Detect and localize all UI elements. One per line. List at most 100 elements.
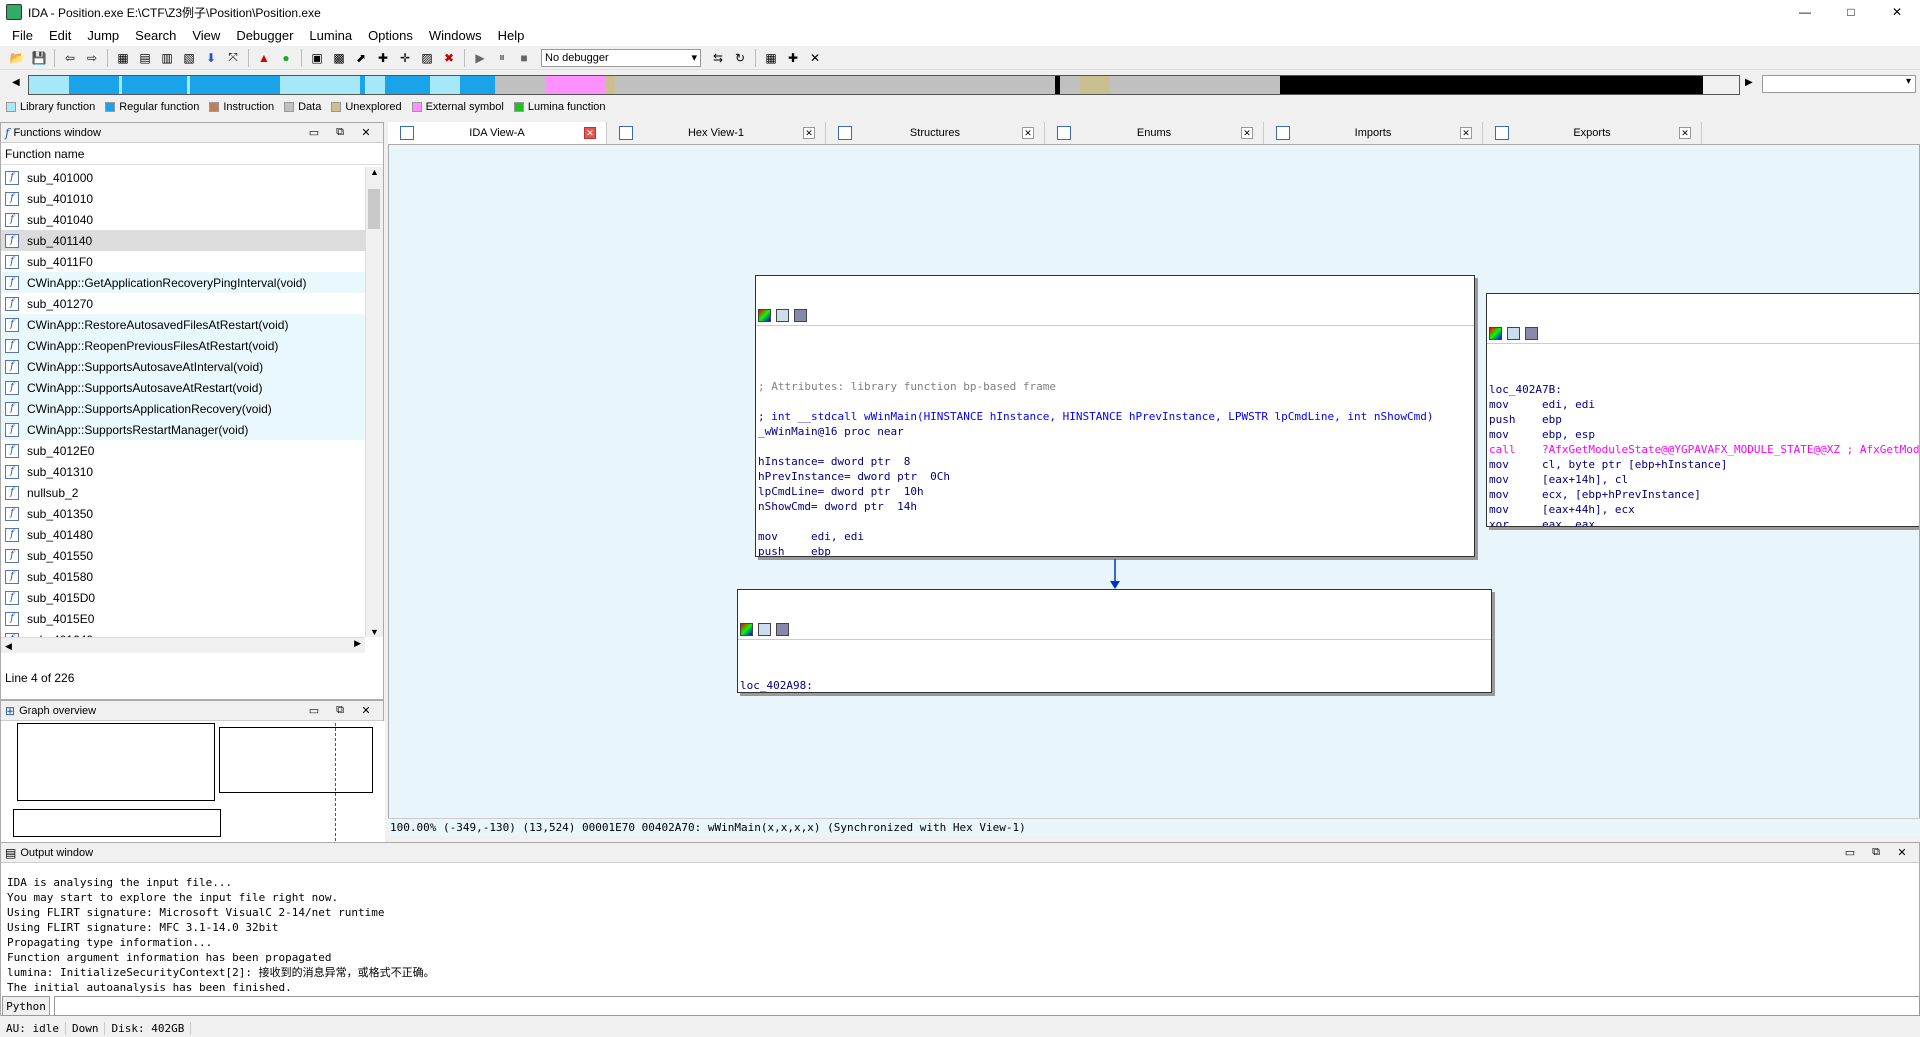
debugger-select[interactable]: No debugger ▾ bbox=[541, 48, 701, 67]
node-rename-icon[interactable] bbox=[758, 623, 771, 636]
graph-overview-close-button[interactable]: ✕ bbox=[353, 704, 379, 717]
menu-windows[interactable]: Windows bbox=[421, 28, 490, 43]
graph-add-icon[interactable]: ▣ bbox=[307, 49, 327, 67]
search-code-icon[interactable]: ▦ bbox=[113, 49, 133, 67]
function-list-item[interactable]: f sub_401040 bbox=[1, 209, 365, 230]
pane-float-button[interactable]: ⧉ bbox=[327, 126, 353, 139]
output-minimize-button[interactable]: ▭ bbox=[1837, 846, 1863, 859]
save-icon[interactable]: 💾 bbox=[29, 49, 49, 67]
function-list-item[interactable]: f sub_401580 bbox=[1, 566, 365, 587]
debugger-refresh-icon[interactable]: ↻ bbox=[730, 49, 750, 67]
tab-close-icon[interactable]: ✕ bbox=[1022, 127, 1034, 139]
search-binary-icon[interactable]: ▥ bbox=[157, 49, 177, 67]
close-button[interactable]: ✕ bbox=[1874, 0, 1920, 24]
function-list-item[interactable]: f nullsub_2 bbox=[1, 482, 365, 503]
menu-edit[interactable]: Edit bbox=[41, 28, 79, 43]
output-close-button[interactable]: ✕ bbox=[1889, 846, 1915, 859]
tab-close-icon[interactable]: ✕ bbox=[584, 127, 596, 139]
graph-calls-icon[interactable]: ✚ bbox=[373, 49, 393, 67]
tab-close-icon[interactable]: ✕ bbox=[1460, 127, 1472, 139]
debugger-attach-icon[interactable]: ⇆ bbox=[708, 49, 728, 67]
menu-file[interactable]: File bbox=[4, 28, 41, 43]
function-list-item[interactable]: f CWinApp::ReopenPreviousFilesAtRestart(v… bbox=[1, 335, 365, 356]
function-list-item[interactable]: f CWinApp::SupportsAutosaveAtRestart(void… bbox=[1, 377, 365, 398]
breakpoint-remove-icon[interactable]: ✕ bbox=[805, 49, 825, 67]
graph-edit-icon[interactable]: ▨ bbox=[417, 49, 437, 67]
function-list-item[interactable]: f sub_401010 bbox=[1, 188, 365, 209]
graph-flow-icon[interactable]: ▩ bbox=[329, 49, 349, 67]
tab-ida-view-a[interactable]: IDA View-A ✕ bbox=[388, 122, 607, 144]
tab-close-icon[interactable]: ✕ bbox=[803, 127, 815, 139]
output-float-button[interactable]: ⧉ bbox=[1863, 846, 1889, 859]
graph-overview-canvas[interactable] bbox=[1, 721, 385, 843]
function-list-item[interactable]: f CWinApp::RestoreAutosavedFilesAtRestart… bbox=[1, 314, 365, 335]
search-next-icon[interactable]: ▧ bbox=[179, 49, 199, 67]
menu-help[interactable]: Help bbox=[490, 28, 533, 43]
function-list-item[interactable]: f sub_4011F0 bbox=[1, 251, 365, 272]
pane-minimize-button[interactable]: ▭ bbox=[301, 126, 327, 139]
node-color-icon[interactable] bbox=[740, 623, 753, 636]
graph-node-loc-402a98[interactable]: loc_402A98:jmp ds:?AfxWinMain@@YGHPAUHIN… bbox=[737, 589, 1492, 693]
function-list-item[interactable]: f sub_401550 bbox=[1, 545, 365, 566]
command-input[interactable] bbox=[54, 996, 1920, 1016]
function-list-hscrollbar[interactable]: ◀ ▶ bbox=[1, 637, 365, 653]
function-list-item[interactable]: f sub_401270 bbox=[1, 293, 365, 314]
menu-search[interactable]: Search bbox=[127, 28, 184, 43]
graph-user-icon[interactable]: ✛ bbox=[395, 49, 415, 67]
menu-jump[interactable]: Jump bbox=[79, 28, 127, 43]
tab-close-icon[interactable]: ✕ bbox=[1679, 127, 1691, 139]
function-list-item[interactable]: f sub_4015D0 bbox=[1, 587, 365, 608]
search-text-icon[interactable]: ▤ bbox=[135, 49, 155, 67]
function-list-item[interactable]: f sub_401000 bbox=[1, 167, 365, 188]
column-header-function-name[interactable]: Function name bbox=[1, 143, 383, 165]
menu-lumina[interactable]: Lumina bbox=[301, 28, 360, 43]
open-icon[interactable]: 📂 bbox=[7, 49, 27, 67]
jump-down-icon[interactable]: ⬇ bbox=[201, 49, 221, 67]
delete-icon[interactable]: ✖ bbox=[439, 49, 459, 67]
function-list-scrollbar[interactable]: ▲ ▼ bbox=[365, 167, 383, 637]
menu-options[interactable]: Options bbox=[360, 28, 421, 43]
play-icon[interactable]: ▶ bbox=[470, 49, 490, 67]
tab-enums[interactable]: Enums ✕ bbox=[1045, 122, 1264, 144]
function-list-item[interactable]: f CWinApp::SupportsRestartManager(void) bbox=[1, 419, 365, 440]
pane-close-button[interactable]: ✕ bbox=[353, 126, 379, 139]
warning-icon[interactable]: ▲ bbox=[254, 49, 274, 67]
tab-hex-view-1[interactable]: Hex View-1 ✕ bbox=[607, 122, 826, 144]
tab-structures[interactable]: Structures ✕ bbox=[826, 122, 1045, 144]
node-group-icon[interactable] bbox=[776, 623, 789, 636]
ida-graph-view[interactable]: ; Attributes: library function bp-based … bbox=[388, 144, 1920, 836]
navigation-bar[interactable] bbox=[28, 75, 1740, 95]
python-language-button[interactable]: Python bbox=[2, 996, 50, 1016]
run-analysis-icon[interactable]: ● bbox=[276, 49, 296, 67]
graph-overview-float-button[interactable]: ⧉ bbox=[327, 704, 353, 717]
function-list-item[interactable]: f sub_401140 bbox=[1, 230, 365, 251]
menu-view[interactable]: View bbox=[184, 28, 228, 43]
function-list-item[interactable]: f CWinApp::GetApplicationRecoveryPingInte… bbox=[1, 272, 365, 293]
maximize-button[interactable]: □ bbox=[1828, 0, 1874, 24]
function-list-item[interactable]: f sub_401310 bbox=[1, 461, 365, 482]
nav-right-icon[interactable]: ▶ bbox=[1745, 77, 1753, 88]
exclude-icon[interactable]: ⤧ bbox=[223, 49, 243, 67]
function-list-item[interactable]: fsub_401640 bbox=[1, 629, 365, 637]
function-list-item[interactable]: f CWinApp::SupportsApplicationRecovery(vo… bbox=[1, 398, 365, 419]
forward-icon[interactable]: ⇨ bbox=[82, 49, 102, 67]
nav-left-icon[interactable]: ◀ bbox=[12, 77, 20, 88]
function-list-item[interactable]: f sub_4015E0 bbox=[1, 608, 365, 629]
nav-dropdown[interactable]: ▾ bbox=[1762, 75, 1916, 93]
segments-icon[interactable]: ▦ bbox=[761, 49, 781, 67]
stop-icon[interactable]: ■ bbox=[514, 49, 534, 67]
tab-close-icon[interactable]: ✕ bbox=[1241, 127, 1253, 139]
breakpoint-add-icon[interactable]: ✚ bbox=[783, 49, 803, 67]
tab-imports[interactable]: Imports ✕ bbox=[1264, 122, 1483, 144]
function-list-item[interactable]: f CWinApp::SupportsAutosaveAtInterval(voi… bbox=[1, 356, 365, 377]
pause-icon[interactable]: ⏸ bbox=[492, 49, 512, 67]
graph-xrefs-icon[interactable]: ⬈ bbox=[351, 49, 371, 67]
back-icon[interactable]: ⇦ bbox=[60, 49, 80, 67]
function-list-item[interactable]: f sub_4012E0 bbox=[1, 440, 365, 461]
function-list-item[interactable]: f sub_401480 bbox=[1, 524, 365, 545]
function-list-item[interactable]: f sub_401350 bbox=[1, 503, 365, 524]
menu-debugger[interactable]: Debugger bbox=[228, 28, 301, 43]
graph-overview-minimize-button[interactable]: ▭ bbox=[301, 704, 327, 717]
minimize-button[interactable]: — bbox=[1782, 0, 1828, 24]
tab-exports[interactable]: Exports ✕ bbox=[1483, 122, 1702, 144]
